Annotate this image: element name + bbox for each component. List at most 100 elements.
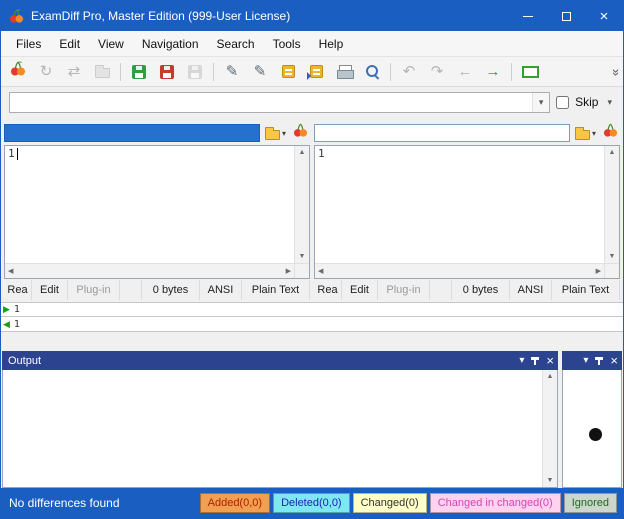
scrollbar-corner <box>604 263 619 278</box>
status-readonly: Rea <box>314 280 342 300</box>
save-second-file-button[interactable] <box>154 60 180 84</box>
compare-button[interactable] <box>5 60 31 84</box>
panel-menu-chevron-icon[interactable]: ▾ <box>519 356 524 366</box>
scroll-down-icon[interactable]: ▼ <box>544 474 557 487</box>
status-spacer <box>120 280 142 300</box>
panel-close-icon[interactable]: × <box>546 354 554 367</box>
browse-dropdown-icon: ▾ <box>592 129 596 138</box>
undo-button[interactable]: ↶ <box>396 60 422 84</box>
menu-navigation[interactable]: Navigation <box>133 33 208 55</box>
skip-options-chevron-icon[interactable]: ▾ <box>604 97 615 108</box>
diff-line-second[interactable]: ◀ 1 <box>1 317 623 332</box>
menu-edit[interactable]: Edit <box>50 33 89 55</box>
toolbar-overflow-button[interactable]: » <box>614 64 619 79</box>
print-button[interactable] <box>331 60 357 84</box>
output-panel-body: ▲ ▼ <box>2 370 558 488</box>
menu-help[interactable]: Help <box>310 33 353 55</box>
status-edit[interactable]: Edit <box>342 280 378 300</box>
left-browse-button[interactable]: ▾ <box>263 123 288 143</box>
panel-pin-icon[interactable] <box>594 356 604 366</box>
scroll-left-icon[interactable]: ◀ <box>5 265 16 278</box>
status-encoding[interactable]: ANSI <box>200 280 242 300</box>
right-editor-vscrollbar[interactable]: ▲ ▼ <box>604 146 619 263</box>
left-editor-body[interactable]: 1 <box>5 146 294 263</box>
menu-search[interactable]: Search <box>208 33 264 55</box>
skip-label: Skip <box>575 95 598 109</box>
minimize-icon <box>523 16 533 17</box>
forward-button[interactable]: → <box>480 60 506 84</box>
scroll-down-icon[interactable]: ▼ <box>296 250 309 263</box>
show-options-button[interactable] <box>517 60 543 84</box>
scroll-up-icon[interactable]: ▲ <box>606 146 619 159</box>
menu-files[interactable]: Files <box>7 33 50 55</box>
status-size: 0 bytes <box>452 280 510 300</box>
scroll-up-icon[interactable]: ▲ <box>544 370 557 383</box>
panel-close-icon[interactable]: × <box>610 354 618 367</box>
menu-view[interactable]: View <box>89 33 133 55</box>
save-all-button[interactable] <box>182 60 208 84</box>
right-file-path-input[interactable] <box>314 124 570 142</box>
swap-panes-button[interactable]: ⇄ <box>61 60 87 84</box>
left-editor-vscrollbar[interactable]: ▲ ▼ <box>294 146 309 263</box>
panel-pin-icon[interactable] <box>530 356 540 366</box>
open-files-button[interactable] <box>89 60 115 84</box>
toolbar: ↻ ⇄ ✎ ✎ ↶ ↷ ← → » <box>1 57 623 87</box>
status-format[interactable]: Plain Text <box>552 280 620 300</box>
title-bar: ExamDiff Pro, Master Edition (999-User L… <box>1 1 623 31</box>
folder-icon <box>265 130 280 140</box>
right-editor-hscrollbar[interactable]: ◀ ▶ <box>315 263 604 278</box>
side-panel: ▾ × <box>562 351 622 488</box>
close-button[interactable]: × <box>585 1 623 31</box>
scroll-right-icon[interactable]: ▶ <box>283 265 294 278</box>
status-message: No differences found <box>9 496 120 510</box>
left-compare-button[interactable] <box>291 123 310 143</box>
scroll-left-icon[interactable]: ◀ <box>315 265 326 278</box>
status-encoding[interactable]: ANSI <box>510 280 552 300</box>
edit-second-file-button[interactable]: ✎ <box>247 60 273 84</box>
left-editor[interactable]: 1 ▲ ▼ ◀ ▶ <box>4 145 310 279</box>
left-file-path-input[interactable] <box>4 124 260 142</box>
comment-list-button[interactable] <box>303 60 329 84</box>
status-edit[interactable]: Edit <box>32 280 68 300</box>
right-compare-button[interactable] <box>601 123 620 143</box>
redo-button[interactable]: ↷ <box>424 60 450 84</box>
add-comment-button[interactable] <box>275 60 301 84</box>
output-vscrollbar[interactable]: ▲ ▼ <box>542 370 557 487</box>
save-icon <box>160 65 174 79</box>
status-bar: No differences found Added(0,0) Deleted(… <box>1 488 623 518</box>
menu-tools[interactable]: Tools <box>264 33 310 55</box>
find-button[interactable] <box>359 60 385 84</box>
left-pane: ▾ 1 <box>4 123 310 300</box>
right-browse-button[interactable]: ▾ <box>573 123 598 143</box>
edit-first-file-button[interactable]: ✎ <box>219 60 245 84</box>
magnifier-icon <box>365 64 380 79</box>
horizontal-splitter[interactable] <box>1 332 623 351</box>
panel-menu-chevron-icon[interactable]: ▾ <box>583 356 588 366</box>
left-editor-hscrollbar[interactable]: ◀ ▶ <box>5 263 294 278</box>
toolbar-separator <box>511 63 512 81</box>
toolbar-separator <box>120 63 121 81</box>
output-panel-header: Output ▾ × <box>2 351 558 370</box>
combo-dropdown-icon[interactable]: ▾ <box>532 93 549 112</box>
minimize-button[interactable] <box>509 1 547 31</box>
scroll-down-icon[interactable]: ▼ <box>606 250 619 263</box>
recompare-button[interactable]: ↻ <box>33 60 59 84</box>
scroll-right-icon[interactable]: ▶ <box>593 265 604 278</box>
status-plugin[interactable]: Plug-in <box>378 280 430 300</box>
diff-line-number: 1 <box>14 319 20 330</box>
status-format[interactable]: Plain Text <box>242 280 310 300</box>
maximize-button[interactable] <box>547 1 585 31</box>
diff-line-first[interactable]: ▶ 1 <box>1 302 623 317</box>
browse-dropdown-icon: ▾ <box>282 129 286 138</box>
status-plugin[interactable]: Plug-in <box>68 280 120 300</box>
right-editor[interactable]: 1 ▲ ▼ ◀ ▶ <box>314 145 620 279</box>
scroll-up-icon[interactable]: ▲ <box>296 146 309 159</box>
output-panel: Output ▾ × ▲ ▼ <box>2 351 558 488</box>
save-first-file-button[interactable] <box>126 60 152 84</box>
right-editor-body[interactable]: 1 <box>315 146 604 263</box>
forward-arrow-icon: → <box>486 64 501 79</box>
compare-combo[interactable]: ▾ <box>9 92 550 113</box>
back-button[interactable]: ← <box>452 60 478 84</box>
app-window: ExamDiff Pro, Master Edition (999-User L… <box>0 0 624 519</box>
skip-checkbox[interactable] <box>556 96 569 109</box>
